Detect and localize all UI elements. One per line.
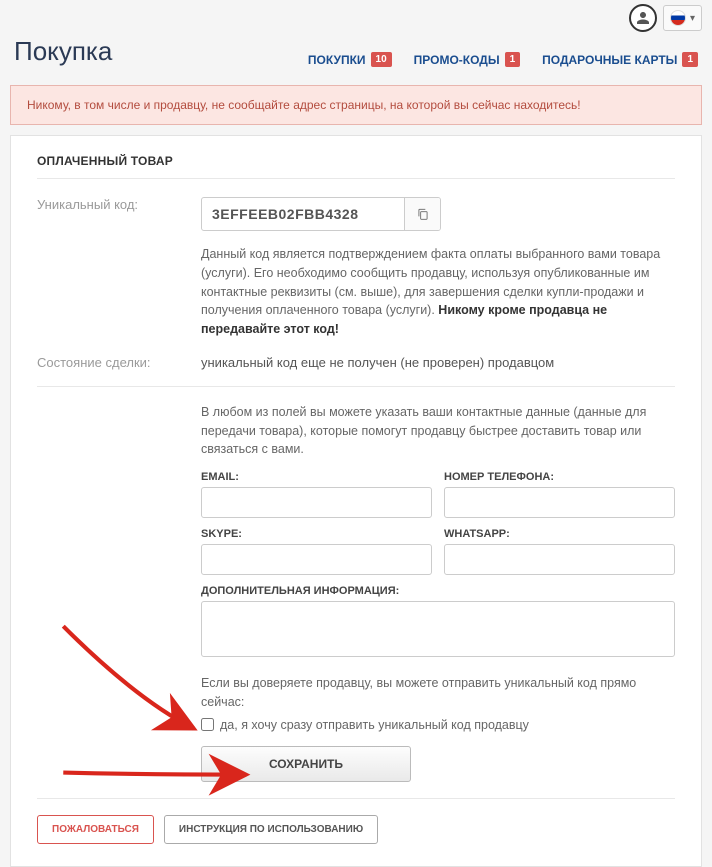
tab-giftcards[interactable]: ПОДАРОЧНЫЕ КАРТЫ 1	[542, 52, 698, 67]
tab-label: ПОДАРОЧНЫЕ КАРТЫ	[542, 53, 677, 67]
copy-button[interactable]	[404, 198, 440, 230]
copy-icon	[416, 207, 430, 221]
email-field[interactable]	[201, 487, 432, 518]
complain-button[interactable]: ПОЖАЛОВАТЬСЯ	[37, 815, 154, 844]
page-title: Покупка	[14, 36, 112, 67]
badge: 1	[505, 52, 521, 67]
instructions-button[interactable]: ИНСТРУКЦИЯ ПО ИСПОЛЬЗОВАНИЮ	[164, 815, 378, 844]
unique-code-box: 3EFFEEB02FBB4328	[201, 197, 441, 231]
warning-alert: Никому, в том числе и продавцу, не сообщ…	[10, 85, 702, 125]
skype-field[interactable]	[201, 544, 432, 575]
code-label: Уникальный код:	[37, 197, 187, 339]
status-label: Состояние сделки:	[37, 355, 187, 370]
save-button[interactable]: СОХРАНИТЬ	[201, 746, 411, 782]
tab-label: ПРОМО-КОДЫ	[414, 53, 500, 67]
flag-icon	[670, 10, 686, 26]
whatsapp-label: WHATSAPP:	[444, 528, 675, 540]
badge: 1	[682, 52, 698, 67]
contact-intro: В любом из полей вы можете указать ваши …	[201, 403, 675, 459]
extra-info-field[interactable]	[201, 601, 675, 657]
section-title: ОПЛАЧЕННЫЙ ТОВАР	[37, 154, 675, 179]
send-code-checkbox[interactable]	[201, 718, 214, 731]
badge: 10	[371, 52, 392, 67]
tab-purchases[interactable]: ПОКУПКИ 10	[308, 52, 392, 67]
skype-label: SKYPE:	[201, 528, 432, 540]
extra-label: ДОПОЛНИТЕЛЬНАЯ ИНФОРМАЦИЯ:	[201, 585, 675, 597]
trust-text: Если вы доверяете продавцу, вы можете от…	[201, 674, 675, 712]
tab-label: ПОКУПКИ	[308, 53, 366, 67]
whatsapp-field[interactable]	[444, 544, 675, 575]
email-label: EMAIL:	[201, 471, 432, 483]
code-description: Данный код является подтверждением факта…	[201, 245, 675, 339]
avatar[interactable]	[629, 4, 657, 32]
tab-promocodes[interactable]: ПРОМО-КОДЫ 1	[414, 52, 521, 67]
unique-code-value: 3EFFEEB02FBB4328	[202, 198, 404, 230]
phone-field[interactable]	[444, 487, 675, 518]
chevron-down-icon: ▾	[690, 13, 695, 24]
checkbox-label: да, я хочу сразу отправить уникальный ко…	[220, 718, 529, 732]
language-selector[interactable]: ▾	[663, 5, 702, 31]
phone-label: НОМЕР ТЕЛЕФОНА:	[444, 471, 675, 483]
status-value: уникальный код еще не получен (не провер…	[201, 355, 675, 370]
